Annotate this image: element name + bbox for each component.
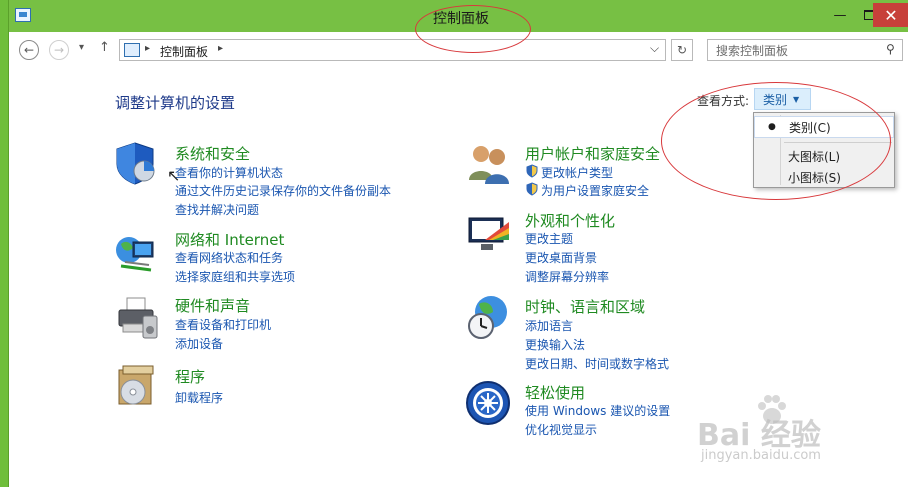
search-input[interactable] [708,40,888,62]
category-hardware-sound[interactable]: 硬件和声音 [175,295,250,316]
breadcrumb-separator[interactable]: ▸ [218,43,223,54]
link-network-status[interactable]: 查看网络状态和任务 [175,249,283,266]
mouse-cursor-icon: ↖ [167,166,181,185]
link-troubleshoot[interactable]: 查找并解决问题 [175,201,259,218]
control-panel-app-icon[interactable] [15,8,31,22]
link-devices-printers[interactable]: 查看设备和打印机 [175,316,271,333]
link-family-safety[interactable]: 为用户设置家庭安全 [541,182,649,199]
page-title: 调整计算机的设置 [115,94,236,112]
link-add-device[interactable]: 添加设备 [175,335,223,352]
address-dropdown-button[interactable]: ⌵ [650,41,659,56]
link-file-history-backup[interactable]: 通过文件历史记录保存你的文件备份副本 [175,182,391,199]
link-date-time-format[interactable]: 更改日期、时间或数字格式 [525,355,669,372]
network-globe-icon[interactable] [113,230,159,276]
link-view-computer-status[interactable]: 查看你的计算机状态 [175,164,283,181]
recent-locations-button[interactable]: ▾ [79,42,84,53]
category-system-security[interactable]: 系统和安全 [175,143,250,164]
uac-shield-icon [526,182,538,196]
search-icon[interactable]: ⚲ [886,42,895,56]
annotation-ellipse-title [415,5,531,53]
breadcrumb[interactable]: 控制面板 [160,43,208,60]
search-box[interactable]: ⚲ [707,39,903,62]
control-panel-icon [124,43,140,57]
link-uninstall-program[interactable]: 卸载程序 [175,389,223,406]
clock-globe-icon[interactable] [465,294,511,340]
breadcrumb-separator[interactable]: ▸ [145,43,150,54]
watermark-url: jingyan.baidu.com [701,448,821,463]
category-ease-of-access[interactable]: 轻松使用 [525,382,585,403]
annotation-ellipse-view-menu [661,82,891,200]
link-change-background[interactable]: 更改桌面背景 [525,249,597,266]
monitor-palette-icon[interactable] [465,210,511,256]
link-screen-resolution[interactable]: 调整屏幕分辨率 [525,268,609,285]
shield-icon[interactable] [113,140,159,186]
link-add-language[interactable]: 添加语言 [525,317,573,334]
control-panel-window: 控制面板 — ✕ ← → ▾ ↑ ▸ 控制面板 ▸ ⌵ ↻ ⚲ 调整计算机的设置… [8,0,908,487]
programs-disc-icon[interactable] [113,364,159,410]
forward-button[interactable]: → [49,40,69,60]
refresh-button[interactable]: ↻ [671,39,693,61]
category-appearance[interactable]: 外观和个性化 [525,210,615,231]
category-programs[interactable]: 程序 [175,366,205,387]
close-button[interactable]: ✕ [873,3,908,27]
link-homegroup-sharing[interactable]: 选择家庭组和共享选项 [175,268,295,285]
back-button[interactable]: ← [19,40,39,60]
printer-icon[interactable] [113,296,159,342]
category-network-internet[interactable]: 网络和 Internet [175,229,284,250]
link-optimize-visual-display[interactable]: 优化视觉显示 [525,421,597,438]
uac-shield-icon [526,164,538,178]
category-user-accounts[interactable]: 用户帐户和家庭安全 [525,143,660,164]
users-icon[interactable] [465,140,511,186]
link-change-theme[interactable]: 更改主题 [525,230,573,247]
link-windows-recommended-settings[interactable]: 使用 Windows 建议的设置 [525,402,670,419]
category-clock-language[interactable]: 时钟、语言和区域 [525,296,645,317]
address-bar[interactable]: ▸ 控制面板 ▸ ⌵ [119,39,666,61]
link-change-input-method[interactable]: 更换输入法 [525,336,585,353]
link-change-account-type[interactable]: 更改帐户类型 [541,164,613,181]
minimize-button[interactable]: — [827,3,853,27]
up-button[interactable]: ↑ [99,40,110,55]
ease-of-access-icon[interactable] [465,380,511,426]
